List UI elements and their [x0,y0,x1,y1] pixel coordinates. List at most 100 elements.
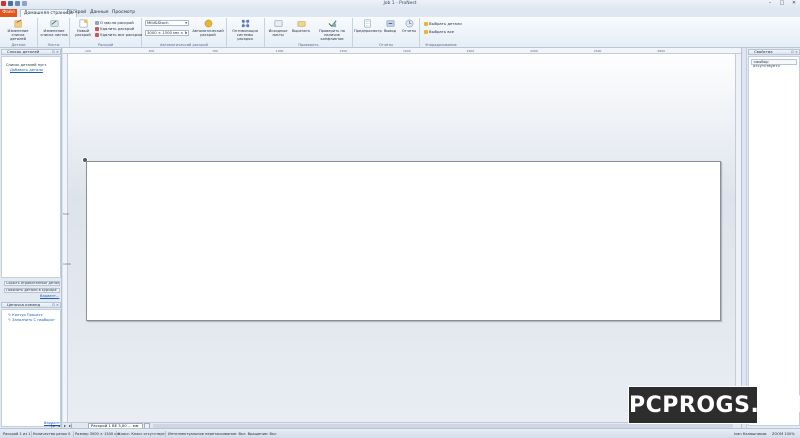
sequence-item[interactable]: ✎ Контур Процесс [8,313,43,317]
properties-header: Свойства ⊡ ✕ [748,49,800,55]
optimize-button[interactable]: Оптимизация системы раскроя [231,19,259,41]
tab-view[interactable]: Просмотр [109,9,138,17]
preview-button[interactable]: Предпросмотр [354,19,382,39]
ruler-mark: 1300 [339,49,348,53]
ruler-mark: 2800 [657,49,666,53]
redo-icon[interactable] [22,1,27,6]
group-label-manage: Упорядочивание [425,43,457,47]
horizontal-ruler: 100 400 700 1000 1300 1600 1900 2200 2500 2800 [63,48,741,54]
reports-button[interactable]: Отчеты [400,19,418,39]
status-divider [73,431,74,437]
maximize-button[interactable]: □ [776,0,788,7]
watermark-logo: PCPROGS.NET [628,386,800,424]
minimize-button[interactable]: – [764,0,776,7]
cut-sheet-button[interactable]: Исходные листы [266,19,290,39]
show-in-cursor-button[interactable]: Показать детали в курсоре [4,288,60,293]
auto-nest-button[interactable]: Автоматический раскрой [192,19,224,39]
pin-close-icon[interactable]: ⊡ ✕ [52,50,59,54]
status-mode: Интеллектуальное перетаскивание: Вкл. Вр… [168,432,277,436]
size-dropdown[interactable]: 3000 × 1500 мм × 1 ▾ [145,30,189,36]
delete-icon [95,27,99,31]
ruler-mark: 100 [85,49,91,53]
optimize-icon [241,19,249,28]
vruler-mark: 1000 [63,262,71,266]
left-panel: Список деталей ⊡ ✕ Список деталей пуст. … [0,48,62,428]
properties-body: <выбор отсутствует> [748,56,800,426]
status-divider [31,431,32,437]
status-bar: Раскрой 1 из 1 Количество резок 0 Размер… [0,428,800,438]
cut-icon [297,21,305,27]
part-list-body: Список деталей пуст. Добавить детали [1,56,61,278]
select-all-button[interactable]: Выбрать все [424,29,454,34]
title-bar: Job 1 - ProNest – □ ✕ [0,0,800,8]
status-size: Размер 3000 × 1500 мм [75,432,120,436]
pin-close-icon[interactable]: ⊡ ✕ [52,303,59,307]
empty-list-text: Список деталей пуст. [6,63,48,67]
delete-all-icon [95,33,99,37]
status-user: Ivan Калашников [734,432,767,436]
hide-processed-button[interactable]: Скрыть отработанные детали [4,281,60,286]
output-button[interactable]: Вывод [381,19,399,39]
app-icon [1,1,6,6]
move-nest-button[interactable]: О масло раскрой [95,20,134,25]
ruler-mark: 1000 [275,49,284,53]
pin-close-icon[interactable]: ⊡ ✕ [791,50,798,54]
group-label-nest: Раскрой [97,43,114,47]
right-panel: Свойства ⊡ ✕ <выбор отсутствует> [741,48,800,428]
select-parts-icon [424,22,428,26]
part-list-icon [14,19,21,28]
ribbon-tabs: Файл Домашняя страница Раскрой Данные Пр… [0,8,800,17]
tab-data[interactable]: Данные [87,9,111,17]
check-icon [328,20,337,28]
reports-icon [405,19,413,28]
status-nest: Раскрой 1 из 1 [3,432,31,436]
check-conflicts-button[interactable]: Проверить на наличие конфликтов [313,19,351,41]
move-icon [95,21,99,25]
save-icon[interactable] [8,1,13,6]
ruler-mark: 1600 [403,49,411,53]
delete-all-nests-button[interactable]: Удалить все раскрои [95,32,142,37]
right-side-strip [742,48,747,428]
new-nest-button[interactable]: Новый раскрой [72,19,94,39]
nest-sheet[interactable] [86,161,721,321]
undo-icon[interactable] [15,1,20,6]
tab-file[interactable]: Файл [0,9,17,17]
new-nest-icon [79,19,88,28]
group-check: Исходные листы Вырезать Проверить на нал… [265,18,353,47]
group-parts: Изменение списка деталей Детали [0,18,38,47]
sheet-icon [274,20,282,27]
chevron-down-icon: ▾ [185,31,187,35]
vruler-mark: 500 [63,212,69,216]
group-sheets: Изменение списка листов Листы [38,18,70,47]
status-class: Класс: Класс отсутствует [118,432,167,436]
group-label-output: Отчёты [378,43,394,47]
group-label-check: Проверить [298,43,319,47]
variant-link[interactable]: Вариант... [40,294,59,298]
group-manage: Выбрать детали Выбрать все Упорядочивани… [420,18,462,47]
group-optimize: Оптимизация системы раскроя [227,18,265,47]
group-label-auto: Автоматический раскрой [160,43,208,47]
window-title: Job 1 - ProNest [383,1,417,6]
selection-combo[interactable]: <выбор отсутствует> [751,59,797,68]
tab-nest[interactable]: Раскрой [64,9,89,17]
status-zoom[interactable]: ZOOM 100% [772,432,795,436]
sheet-list-icon [50,20,58,27]
status-divider [165,431,166,437]
status-divider [116,431,117,437]
change-sheet-list-button[interactable]: Изменение списка листов [40,19,68,39]
vertical-ruler: 500 1000 [63,54,71,422]
group-output: Предпросмотр Вывод Отчеты Отчёты [353,18,420,47]
close-button[interactable]: ✕ [788,0,800,7]
delete-nest-button[interactable]: Удалить раскрой [95,26,134,31]
part-list-header: Список деталей ⊡ ✕ [1,49,61,55]
ruler-mark: 2500 [593,49,602,53]
add-parts-link[interactable]: Добавить детали [10,68,43,72]
ruler-mark: 2200 [530,49,538,53]
ribbon: Изменение списка деталей Детали Изменени… [0,17,800,48]
sequence-item[interactable]: ✎ Заполнить С наоборот [8,318,55,322]
group-auto-nest: Mild&Stoch ▾ 3000 × 1500 мм × 1 ▾ Автомати… [142,18,227,47]
change-part-list-button[interactable]: Изменение списка деталей [4,19,32,41]
select-parts-button[interactable]: Выбрать детали [424,21,462,26]
material-dropdown[interactable]: Mild&Stoch ▾ [145,20,189,26]
cut-hole-button[interactable]: Вырезать [290,19,312,39]
